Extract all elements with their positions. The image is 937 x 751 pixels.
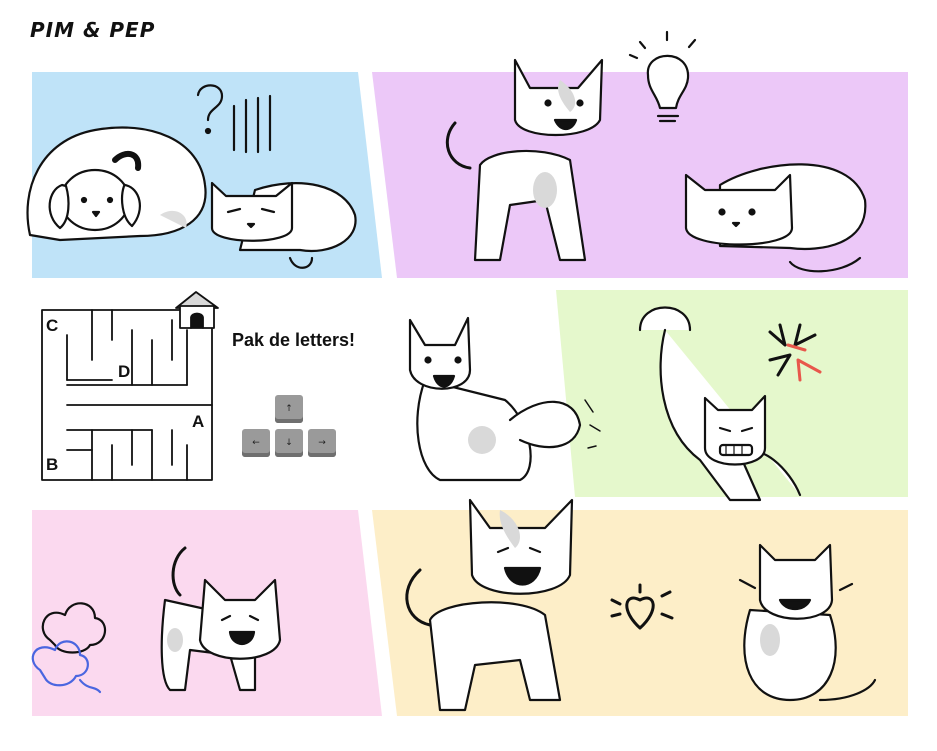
maze-letter-a[interactable]: A [192, 412, 204, 432]
arrow-down-key[interactable]: ↓ [275, 429, 303, 457]
maze-letter-d[interactable]: D [118, 362, 130, 382]
arrow-left-key[interactable]: ← [242, 429, 270, 457]
arrow-up-key[interactable]: ↑ [275, 395, 303, 423]
arrow-right-key[interactable]: → [308, 429, 336, 457]
comic-canvas [26, 30, 908, 716]
maze-letter-c[interactable]: C [46, 316, 58, 336]
instruction-text: Pak de letters! [232, 330, 356, 350]
maze [41, 309, 213, 481]
doghouse-icon [175, 291, 219, 329]
arrow-keys: ↑ ← ↓ → [242, 395, 338, 461]
maze-letter-b[interactable]: B [46, 455, 58, 475]
comic-title: PIM & PEP [30, 18, 156, 42]
